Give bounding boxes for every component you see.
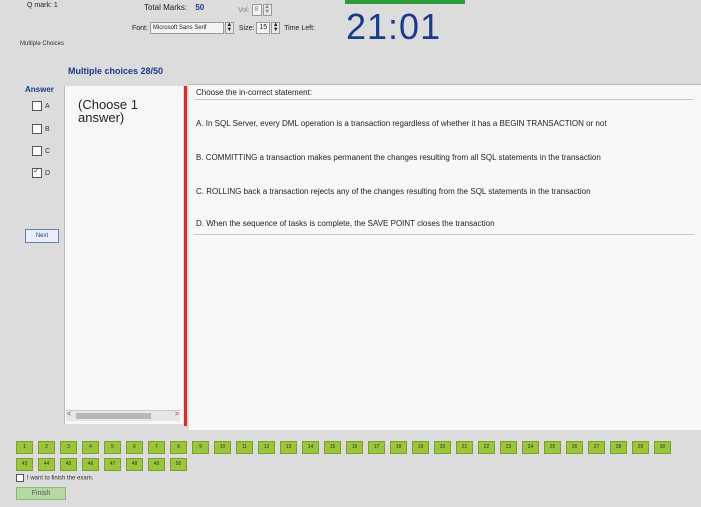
finish-exam-option[interactable]: I want to finish the exam. <box>16 474 93 482</box>
separator <box>194 99 694 100</box>
checkbox-icon[interactable] <box>32 146 42 156</box>
answer-title: Answer <box>25 85 54 94</box>
question-nav-button[interactable]: 19 <box>412 441 429 454</box>
checkbox-icon[interactable] <box>32 101 42 111</box>
scroll-left-icon[interactable]: < <box>67 411 71 418</box>
total-marks-label: Total Marks: <box>144 3 188 12</box>
question-nav-button[interactable]: 17 <box>368 441 385 454</box>
next-button[interactable]: Next <box>25 229 59 243</box>
question-nav-button[interactable]: 15 <box>324 441 341 454</box>
question-nav-button[interactable]: 7 <box>148 441 165 454</box>
question-nav-button[interactable]: 29 <box>632 441 649 454</box>
question-option-a: A. In SQL Server, every DML operation is… <box>196 119 607 128</box>
answer-option-label: A <box>45 102 50 110</box>
question-stem: Choose the in-correct statement: <box>196 88 313 97</box>
time-left-label: Time Left: <box>284 24 315 32</box>
question-nav-button[interactable]: 25 <box>544 441 561 454</box>
size-spin-icon[interactable]: ▲ ▼ <box>271 22 281 34</box>
question-nav-button[interactable]: 44 <box>38 458 55 471</box>
font-control: Font: Microsoft Sans Serif ▲ ▼ Size: 15 ▲ ▼ … <box>132 22 315 34</box>
pane-divider <box>184 86 187 426</box>
question-nav-button[interactable]: 2 <box>38 441 55 454</box>
font-select[interactable]: Microsoft Sans Serif <box>149 22 224 34</box>
question-nav-button[interactable]: 43 <box>16 458 33 471</box>
answer-option-c[interactable]: C <box>32 146 50 156</box>
choose-instruction: (Choose 1 answer) <box>78 97 138 125</box>
question-nav-button[interactable]: 13 <box>280 441 297 454</box>
question-nav-button[interactable]: 18 <box>390 441 407 454</box>
question-nav-button[interactable]: 11 <box>236 441 253 454</box>
finish-button[interactable]: Finish <box>16 487 66 500</box>
answer-option-label: D <box>45 169 51 177</box>
top-accent-bar <box>345 0 465 4</box>
volume-spin-icon[interactable]: ▲ ▼ <box>262 4 272 16</box>
question-nav-button[interactable]: 6 <box>126 441 143 454</box>
size-input[interactable]: 15 <box>256 22 271 34</box>
answer-option-b[interactable]: B <box>32 124 50 134</box>
checkbox-checked-icon[interactable] <box>32 166 42 178</box>
question-nav-button[interactable]: 22 <box>478 441 495 454</box>
question-nav-button[interactable]: 8 <box>170 441 187 454</box>
question-nav-button[interactable]: 27 <box>588 441 605 454</box>
answer-option-d[interactable]: D <box>32 166 51 178</box>
answer-option-a[interactable]: A <box>32 101 50 111</box>
question-option-d: D. When the sequence of tasks is complet… <box>196 219 495 228</box>
question-nav-button[interactable]: 20 <box>434 441 451 454</box>
question-nav-button[interactable]: 9 <box>192 441 209 454</box>
question-nav-button[interactable]: 47 <box>104 458 121 471</box>
question-nav-button[interactable]: 21 <box>456 441 473 454</box>
timer: 21:01 <box>346 6 442 47</box>
horizontal-scrollbar[interactable]: < > <box>66 410 180 421</box>
question-nav-button[interactable]: 4 <box>82 441 99 454</box>
question-option-b: B. COMMITTING a transaction makes perman… <box>196 153 601 162</box>
question-nav-button[interactable]: 10 <box>214 441 231 454</box>
question-pane: Choose the in-correct statement: A. In S… <box>189 84 701 430</box>
volume-label: Vol: <box>238 6 250 14</box>
question-option-c: C. ROLLING back a transaction rejects an… <box>196 187 591 196</box>
font-label: Font: <box>132 24 148 32</box>
question-mark-label: Q mark: 1 <box>27 2 58 9</box>
volume-control: Vol: 8 ▲ ▼ <box>238 4 272 16</box>
question-nav-button[interactable]: 14 <box>302 441 319 454</box>
question-nav-button[interactable]: 48 <box>126 458 143 471</box>
question-nav-button[interactable]: 16 <box>346 441 363 454</box>
total-marks: Total Marks: 50 <box>144 3 204 12</box>
scrollbar-thumb[interactable] <box>76 413 151 419</box>
checkbox-icon[interactable] <box>16 474 24 482</box>
question-nav-button[interactable]: 24 <box>522 441 539 454</box>
checkbox-icon[interactable] <box>32 124 42 134</box>
choose-pane: (Choose 1 answer) <box>64 86 183 424</box>
answer-option-label: B <box>45 125 50 133</box>
scroll-right-icon[interactable]: > <box>175 411 179 418</box>
question-nav-button[interactable]: 1 <box>16 441 33 454</box>
question-nav-button[interactable]: 45 <box>60 458 77 471</box>
section-title: Multiple choices 28/50 <box>68 66 164 76</box>
question-nav-button[interactable]: 50 <box>170 458 187 471</box>
question-nav-row-1: 1 2 3 4 5 6 7 8 9 10 11 12 13 14 15 16 17 18 19 20 21 22 23 24 2… <box>16 441 671 454</box>
question-nav-button[interactable]: 49 <box>148 458 165 471</box>
font-dropdown-icon[interactable]: ▲ ▼ <box>224 22 234 34</box>
question-nav-button[interactable]: 26 <box>566 441 583 454</box>
size-label: Size: <box>238 24 255 32</box>
question-nav-button[interactable]: 30 <box>654 441 671 454</box>
separator <box>194 234 694 235</box>
question-nav-button[interactable]: 3 <box>60 441 77 454</box>
total-marks-value: 50 <box>195 3 205 12</box>
question-nav-row-2: 43 44 45 46 47 48 49 50 <box>16 458 187 471</box>
volume-input[interactable]: 8 <box>251 4 262 16</box>
question-nav-button[interactable]: 5 <box>104 441 121 454</box>
question-nav-button[interactable]: 46 <box>82 458 99 471</box>
tab-multiple-choices[interactable]: Multiple Choices <box>20 41 64 47</box>
question-nav-button[interactable]: 12 <box>258 441 275 454</box>
question-nav-button[interactable]: 23 <box>500 441 517 454</box>
answer-option-label: C <box>45 147 51 155</box>
question-nav-button[interactable]: 28 <box>610 441 627 454</box>
finish-checkbox-label: I want to finish the exam. <box>27 475 94 482</box>
